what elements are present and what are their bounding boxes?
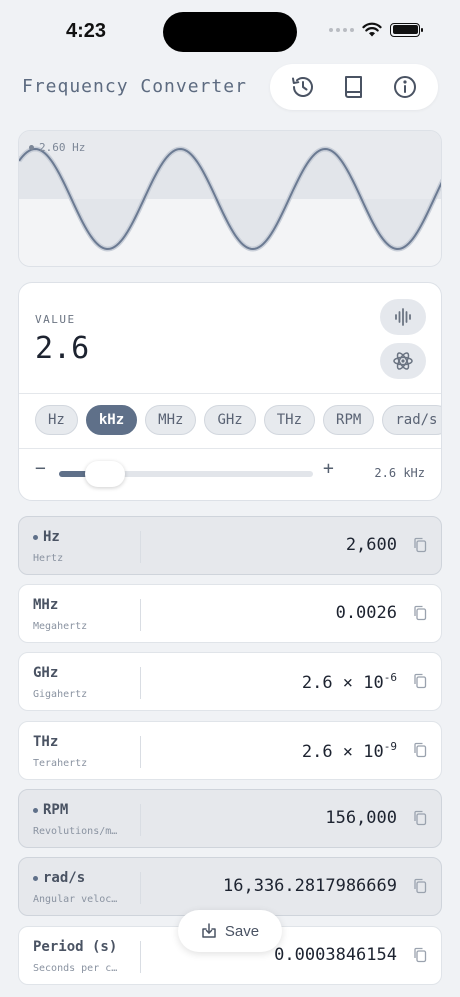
result-row[interactable]: THz Terahertz 2.6 × 10-9	[18, 721, 442, 780]
slider-increase-button[interactable]: +	[323, 458, 334, 479]
result-description: Seconds per c…	[33, 963, 118, 974]
save-label: Save	[224, 922, 260, 940]
waveform-frequency: 2.60 Hz	[39, 141, 86, 154]
copy-icon[interactable]	[413, 878, 427, 894]
battery-icon	[390, 22, 423, 37]
unit-chip[interactable]: kHz	[85, 405, 138, 435]
result-unit-label: MHz	[33, 597, 59, 613]
result-value: 2,600	[345, 535, 397, 555]
result-unit-label: Hz	[43, 529, 60, 545]
divider	[140, 736, 141, 768]
dynamic-island	[163, 12, 297, 52]
result-unit-label: GHz	[33, 665, 59, 681]
result-value-base: 2.6 × 10	[301, 742, 384, 762]
status-bar: 4:23	[0, 0, 460, 60]
unit-chip[interactable]: MHz	[145, 405, 197, 435]
divider	[140, 804, 141, 836]
result-unit-label: RPM	[43, 802, 69, 818]
result-value-exponent: -9	[383, 740, 397, 753]
copy-icon[interactable]	[413, 742, 427, 758]
result-unit-label: rad/s	[43, 870, 86, 886]
value-input[interactable]: 2.6	[35, 331, 89, 366]
result-unit: Hz	[33, 529, 60, 545]
unit-chip[interactable]: rad/s	[382, 405, 441, 435]
book-icon	[344, 76, 362, 98]
history-icon	[292, 77, 314, 97]
waveform-preview: 2.60 Hz	[18, 130, 442, 267]
slider-readout: 2.6 kHz	[374, 466, 425, 480]
atom-button[interactable]	[380, 343, 426, 379]
result-row[interactable]: rad/s Angular veloc… 16,336.2817986669	[18, 857, 442, 916]
slider-decrease-button[interactable]: −	[35, 458, 46, 479]
copy-icon[interactable]	[413, 810, 427, 826]
marker-dot	[33, 534, 38, 540]
marker-dot	[33, 875, 38, 881]
unit-chip[interactable]: THz	[263, 405, 316, 435]
result-value: 0.0026	[335, 603, 397, 623]
result-unit: RPM	[33, 802, 68, 818]
result-value: 156,000	[325, 808, 397, 828]
result-row[interactable]: RPM Revolutions/m… 156,000	[18, 789, 442, 848]
result-value: 0.0003846154	[274, 945, 397, 965]
result-value-exponent: -6	[383, 671, 397, 684]
copy-icon[interactable]	[413, 537, 427, 553]
value-input-card: VALUE 2.6 Hz kHz MHz GHz THz RPM rad/s − + 2.6…	[18, 282, 442, 501]
result-description: Terahertz	[33, 758, 88, 769]
result-unit: Period (s)	[33, 939, 117, 955]
result-unit-label: Period (s)	[33, 939, 118, 955]
divider	[140, 531, 141, 563]
guide-button[interactable]	[336, 69, 372, 105]
divider	[140, 599, 141, 631]
result-row[interactable]: MHz Megahertz 0.0026	[18, 584, 442, 643]
toolbar	[270, 64, 438, 110]
copy-icon[interactable]	[413, 673, 427, 689]
result-description: Revolutions/m…	[33, 826, 118, 837]
result-unit-label: THz	[33, 734, 59, 750]
result-unit: THz	[33, 734, 58, 750]
result-row[interactable]: GHz Gigahertz 2.6 × 10-6	[18, 652, 442, 711]
status-time: 4:23	[66, 20, 107, 42]
status-indicators	[329, 22, 423, 37]
wifi-icon	[362, 22, 382, 37]
divider	[140, 941, 141, 973]
result-description: Gigahertz	[33, 689, 88, 700]
history-button[interactable]	[285, 69, 321, 105]
info-button[interactable]	[387, 69, 423, 105]
result-description: Angular veloc…	[33, 894, 118, 905]
result-value: 2.6 × 10-9	[302, 740, 397, 762]
divider	[19, 393, 441, 394]
marker-dot	[33, 807, 38, 813]
divider	[140, 872, 141, 904]
save-icon	[202, 923, 216, 938]
unit-chip[interactable]: Hz	[35, 405, 78, 435]
slider-thumb[interactable]	[84, 461, 125, 487]
copy-icon[interactable]	[413, 605, 427, 621]
value-slider[interactable]	[59, 461, 313, 487]
copy-icon[interactable]	[413, 947, 427, 963]
value-slider-row: − + 2.6 kHz	[19, 448, 441, 498]
result-description: Hertz	[33, 553, 64, 564]
signal-icon	[329, 27, 354, 32]
atom-icon	[393, 352, 413, 370]
result-row[interactable]: Hz Hertz 2,600	[18, 516, 442, 575]
waveform-icon	[395, 308, 411, 326]
unit-selector: Hz kHz MHz GHz THz RPM rad/s	[35, 405, 441, 437]
waveform-label: 2.60 Hz	[29, 141, 85, 154]
result-description: Megahertz	[33, 621, 88, 632]
unit-chip[interactable]: GHz	[204, 405, 256, 435]
divider	[140, 667, 141, 699]
result-value-base: 2.6 × 10	[301, 673, 384, 693]
audio-button[interactable]	[380, 299, 426, 335]
info-icon	[393, 76, 416, 98]
result-value: 2.6 × 10-6	[302, 671, 397, 693]
page-title: Frequency Converter	[22, 76, 247, 97]
save-button[interactable]: Save	[178, 910, 282, 952]
result-value: 16,336.2817986669	[223, 876, 397, 896]
result-unit: MHz	[33, 597, 58, 613]
unit-chip[interactable]: RPM	[323, 405, 375, 435]
waveform-dot	[29, 145, 34, 150]
result-unit: rad/s	[33, 870, 85, 886]
result-unit: GHz	[33, 665, 58, 681]
value-label: VALUE	[35, 313, 76, 326]
